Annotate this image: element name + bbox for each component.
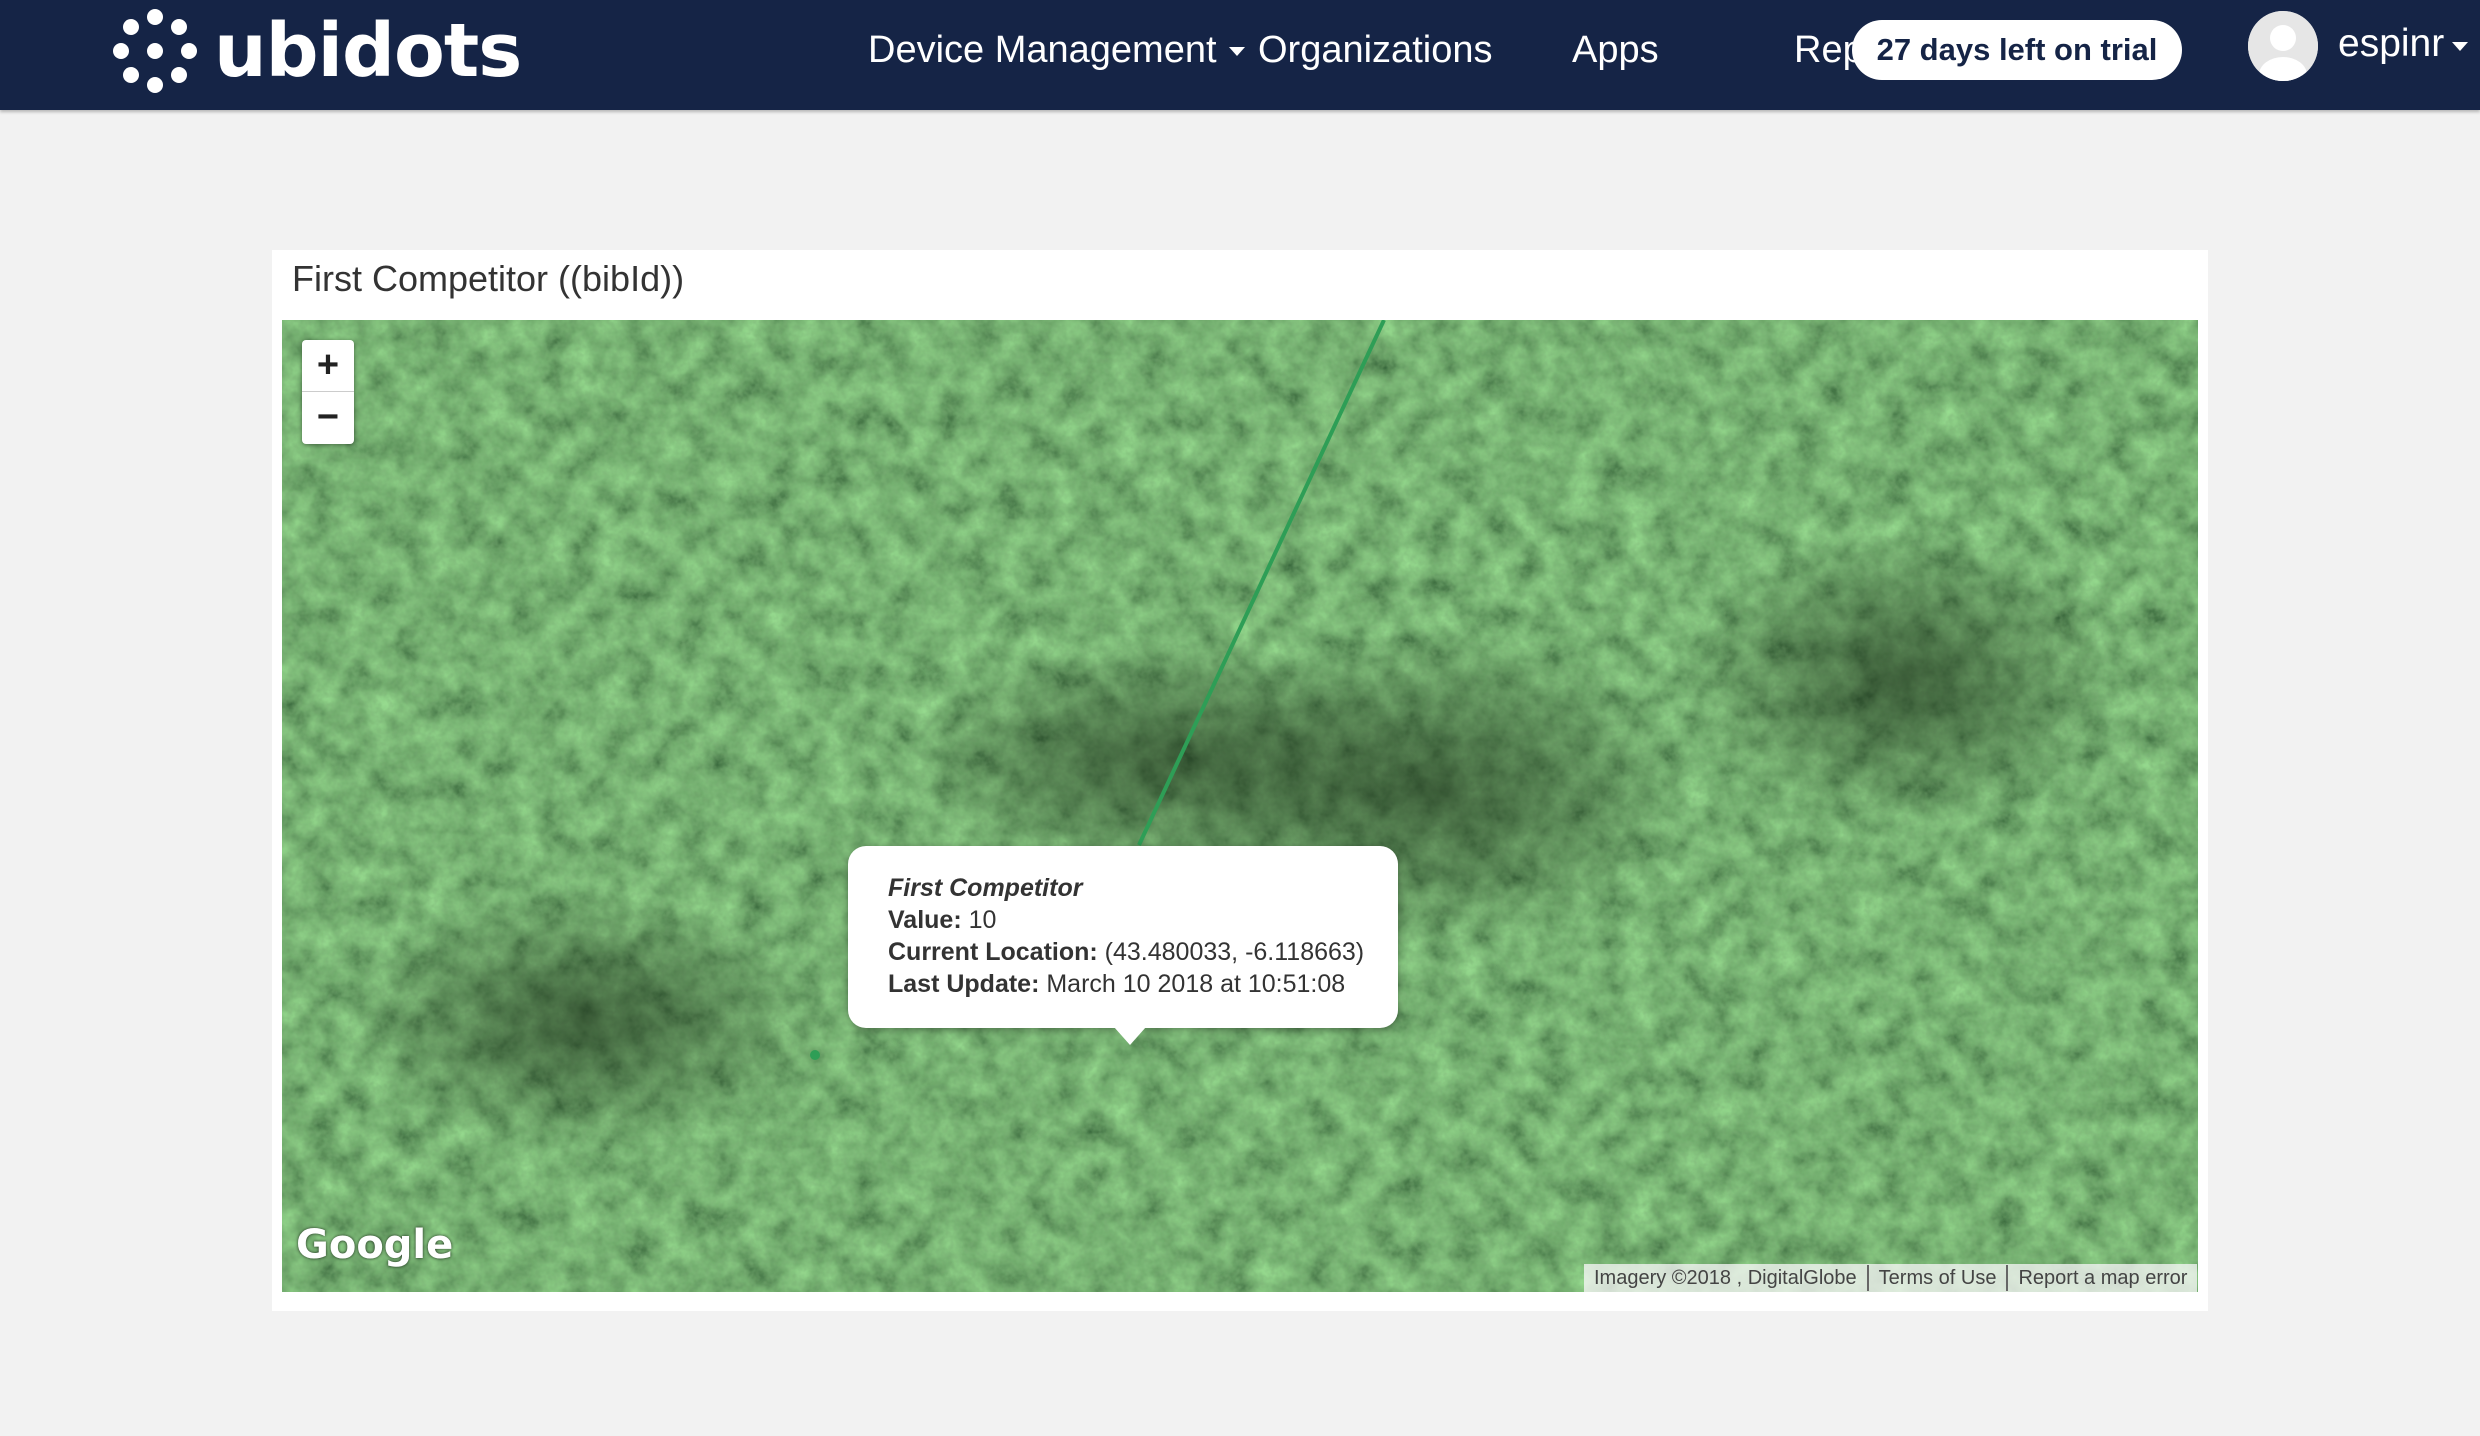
popup-pointer: [1114, 1027, 1146, 1045]
popup-device-name: First Competitor: [888, 874, 1083, 902]
zoom-out-button[interactable]: −: [302, 392, 354, 443]
map-attribution: Imagery ©2018 , DigitalGlobe Terms of Us…: [1584, 1264, 2198, 1292]
popup-update: March 10 2018 at 10:51:08: [1046, 970, 1346, 998]
brand-name: ubidots: [214, 8, 522, 94]
nav-device-management[interactable]: Device Management: [868, 24, 1245, 76]
user-menu-chevron-down-icon[interactable]: [2452, 42, 2468, 51]
zoom-in-button[interactable]: +: [302, 340, 354, 392]
popup-value-label: Value:: [888, 906, 962, 934]
popup-location-row: Current Location: (43.480033, -6.118663): [888, 936, 1364, 968]
popup-update-row: Last Update: March 10 2018 at 10:51:08: [888, 968, 1364, 1000]
avatar[interactable]: [2248, 11, 2318, 81]
ubidots-dots-icon: [113, 9, 197, 93]
satellite-imagery: [282, 320, 2198, 1292]
imagery-credit: Imagery ©2018 , DigitalGlobe: [1594, 1266, 1857, 1289]
popup-location-label: Current Location:: [888, 938, 1098, 966]
popup-location: (43.480033, -6.118663): [1104, 938, 1365, 966]
google-logo[interactable]: Google: [296, 1222, 453, 1268]
map-canvas[interactable]: + − First Competitor Value: 10 Current L…: [282, 320, 2198, 1292]
terms-of-use-link[interactable]: Terms of Use: [1869, 1267, 2007, 1290]
trial-days-badge[interactable]: 27 days left on trial: [1852, 20, 2182, 80]
nav-organizations[interactable]: Organizations: [1258, 24, 1492, 76]
user-name[interactable]: espinr: [2338, 18, 2444, 70]
marker-info-popup: First Competitor Value: 10 Current Locat…: [848, 846, 1398, 1028]
zoom-control: + −: [302, 340, 354, 444]
top-navbar: ubidots Device Management Organizations …: [0, 0, 2480, 110]
map-widget: First Competitor ((bibId)) + − First Com…: [272, 250, 2208, 1311]
popup-value-row: Value: 10: [888, 904, 1364, 936]
chevron-down-icon: [1228, 47, 1245, 57]
nav-apps[interactable]: Apps: [1572, 24, 1659, 76]
ubidots-logo[interactable]: ubidots: [110, 6, 522, 96]
popup-value: 10: [968, 906, 997, 934]
report-map-error-link[interactable]: Report a map error: [2008, 1267, 2197, 1290]
popup-update-label: Last Update:: [888, 970, 1040, 998]
device-location-marker[interactable]: [810, 1050, 820, 1060]
user-silhouette-icon: [2248, 11, 2318, 81]
nav-device-management-label: Device Management: [868, 29, 1217, 71]
widget-title: First Competitor ((bibId)): [292, 258, 685, 299]
